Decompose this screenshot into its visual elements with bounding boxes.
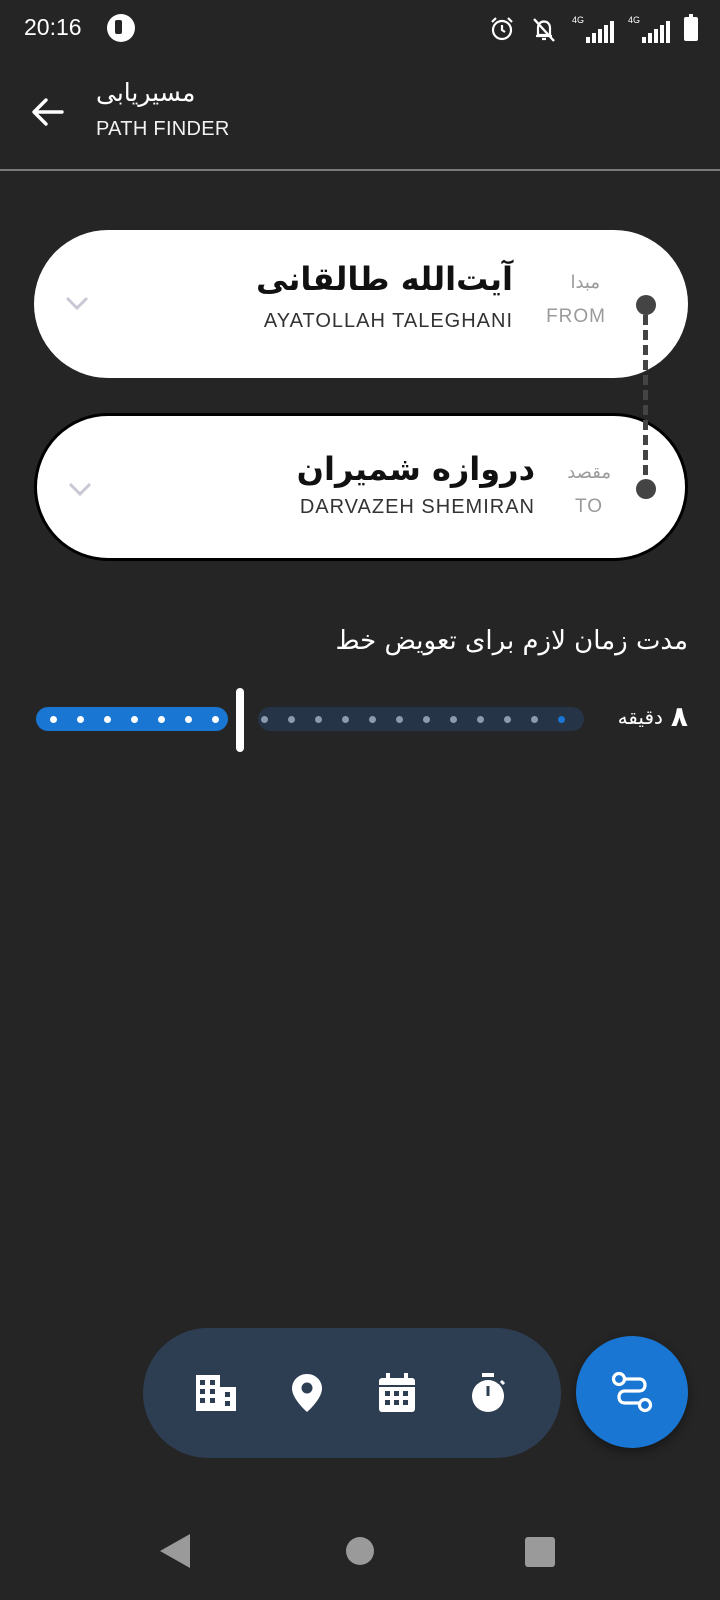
back-button[interactable] bbox=[22, 86, 74, 138]
destination-station-name-en: DARVAZEH SHEMIRAN bbox=[299, 496, 535, 518]
nav-back-icon[interactable] bbox=[160, 1534, 190, 1568]
slider-tick bbox=[477, 716, 484, 723]
slider-tick bbox=[531, 716, 538, 723]
destination-label-fa: مقصد bbox=[567, 462, 611, 483]
notifications-off-icon bbox=[530, 15, 558, 43]
slider-tick bbox=[396, 716, 403, 723]
origin-station-name-en: AYATOLLAH TALEGHANI bbox=[263, 310, 513, 332]
transfer-time-slider[interactable] bbox=[36, 688, 584, 752]
nav-home-icon[interactable] bbox=[346, 1537, 374, 1565]
origin-route-dot bbox=[636, 295, 656, 315]
slider-tick bbox=[288, 716, 295, 723]
origin-label-en: FROM bbox=[546, 306, 606, 327]
app-notification-icon bbox=[107, 14, 135, 42]
signal-icon: 4G bbox=[628, 15, 670, 43]
slider-tick bbox=[104, 716, 111, 723]
slider-tick bbox=[504, 716, 511, 723]
bottom-toolbar bbox=[143, 1328, 561, 1458]
signal-icon: 4G bbox=[572, 15, 614, 43]
location-pin-icon bbox=[291, 1374, 322, 1412]
system-navigation-bar bbox=[0, 1520, 720, 1600]
slider-tick bbox=[185, 716, 192, 723]
page-title-en: PATH FINDER bbox=[96, 118, 230, 140]
timer-button[interactable] bbox=[456, 1361, 520, 1425]
status-bar: 20:16 4G 4G bbox=[0, 0, 720, 58]
route-icon bbox=[611, 1371, 653, 1413]
slider-tick bbox=[450, 716, 457, 723]
stopwatch-icon bbox=[471, 1373, 505, 1412]
destination-label-en: TO bbox=[574, 496, 603, 517]
schedule-button[interactable] bbox=[365, 1361, 429, 1425]
slider-tick bbox=[158, 716, 165, 723]
slider-thumb[interactable] bbox=[236, 688, 244, 752]
slider-tick bbox=[77, 716, 84, 723]
slider-tick bbox=[50, 716, 57, 723]
transfer-time-value: ۸ دقیقه bbox=[618, 700, 688, 733]
map-button[interactable] bbox=[275, 1361, 339, 1425]
origin-station-selector[interactable]: آیت‌الله طالقانی AYATOLLAH TALEGHANI مبد… bbox=[34, 230, 688, 378]
slider-tick bbox=[212, 716, 219, 723]
destination-route-dot bbox=[636, 479, 656, 499]
slider-tick bbox=[315, 716, 322, 723]
origin-station-name-fa: آیت‌الله طالقانی bbox=[255, 260, 513, 298]
origin-label-fa: مبدا bbox=[570, 272, 600, 293]
stations-button[interactable] bbox=[184, 1361, 248, 1425]
status-time: 20:16 bbox=[24, 14, 82, 40]
slider-tick bbox=[342, 716, 349, 723]
status-icons: 4G 4G bbox=[488, 14, 698, 44]
nav-recents-icon[interactable] bbox=[525, 1537, 555, 1567]
chevron-down-icon bbox=[65, 296, 89, 311]
battery-icon bbox=[684, 14, 698, 41]
destination-station-selector[interactable]: دروازه شمیران DARVAZEH SHEMIRAN مقصد TO bbox=[34, 413, 688, 561]
transfer-minutes-unit: دقیقه bbox=[617, 704, 663, 729]
app-bar: مسیریابی PATH FINDER bbox=[0, 58, 720, 171]
slider-tick bbox=[261, 716, 268, 723]
calendar-icon bbox=[379, 1373, 416, 1412]
destination-station-name-fa: دروازه شمیران bbox=[296, 450, 535, 488]
chevron-down-icon bbox=[68, 482, 92, 497]
route-finder-fab[interactable] bbox=[576, 1336, 688, 1448]
transfer-time-label: مدت زمان لازم برای تعویض خط bbox=[335, 626, 688, 656]
page-title-fa: مسیریابی bbox=[96, 78, 196, 107]
alarm-icon bbox=[488, 15, 516, 43]
building-icon bbox=[196, 1375, 237, 1411]
slider-tick bbox=[369, 716, 376, 723]
slider-tick bbox=[558, 716, 565, 723]
arrow-back-icon bbox=[32, 98, 64, 126]
route-connector-line bbox=[643, 315, 648, 490]
slider-tick bbox=[131, 716, 138, 723]
slider-tick bbox=[423, 716, 430, 723]
transfer-minutes-number: ۸ bbox=[670, 700, 688, 733]
